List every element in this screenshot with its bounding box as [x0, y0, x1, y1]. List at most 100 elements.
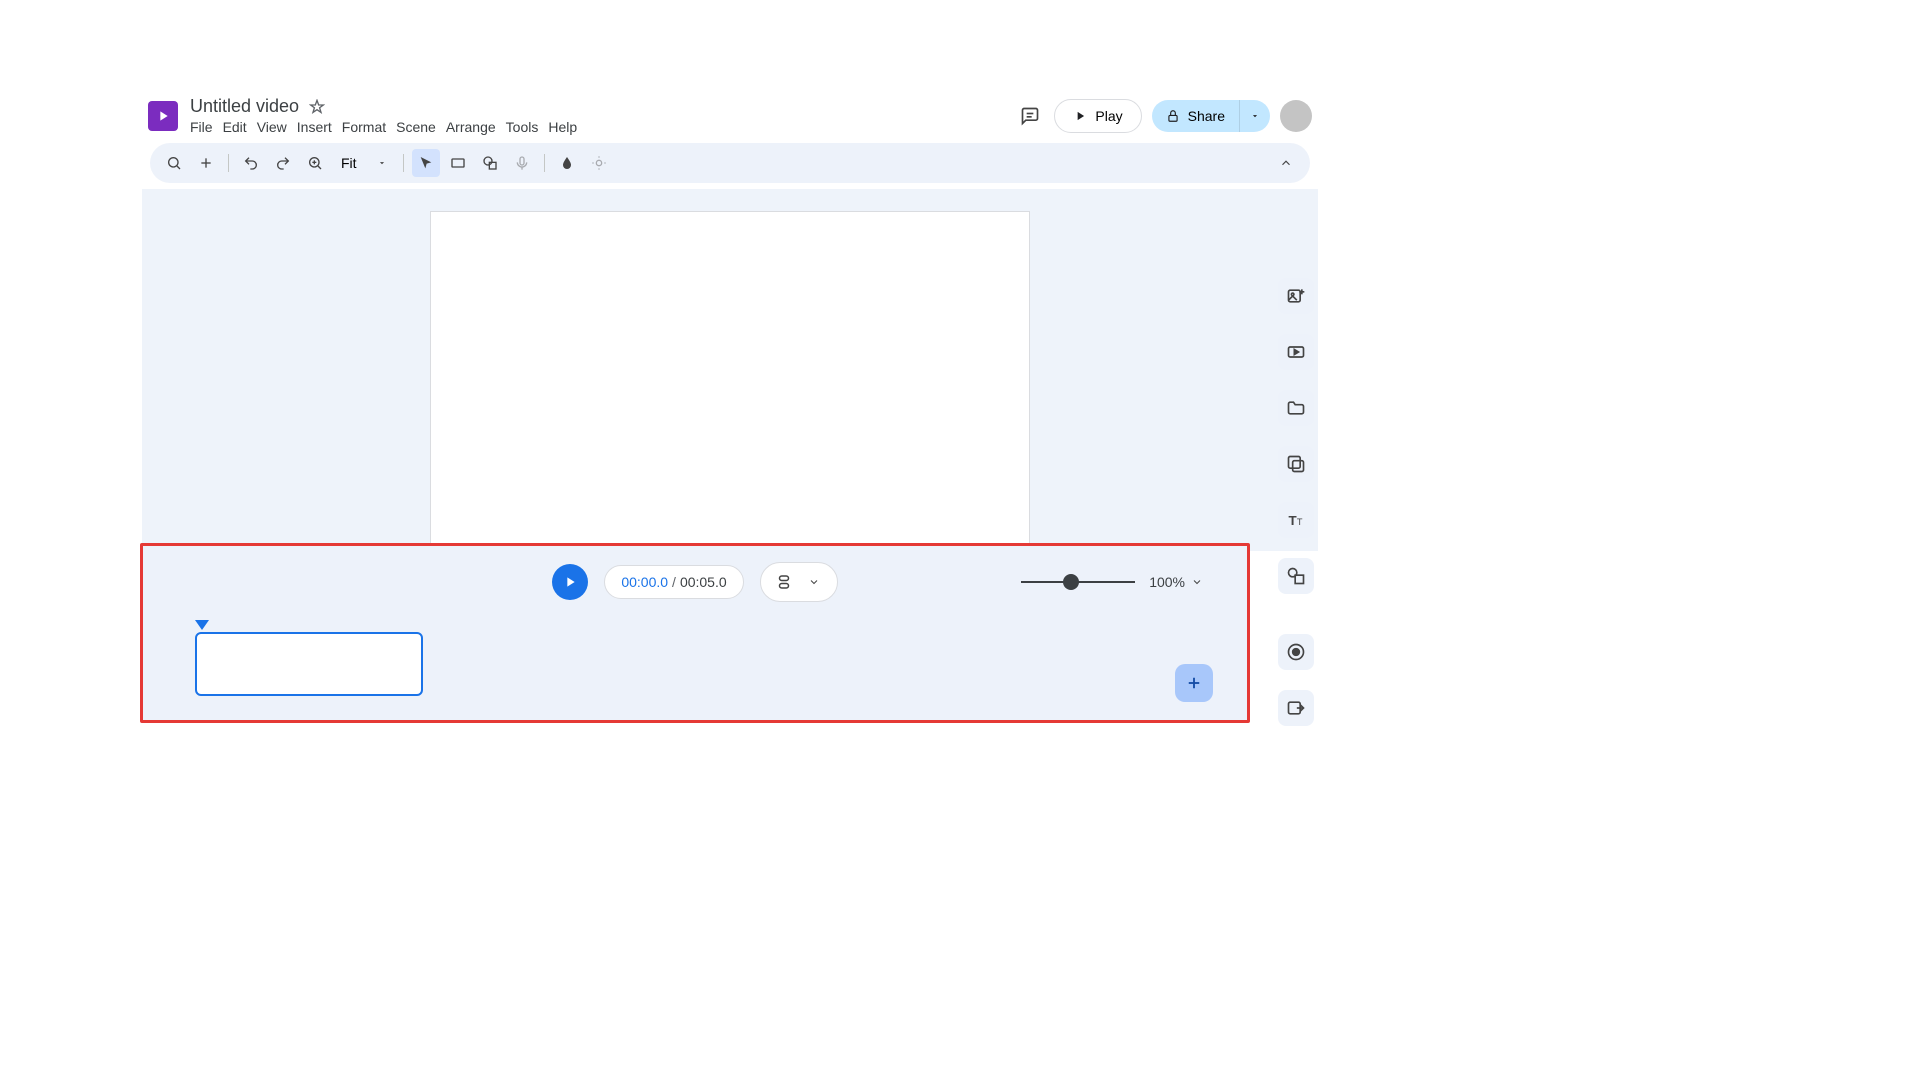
menu-arrange[interactable]: Arrange — [446, 119, 496, 135]
separator — [228, 154, 229, 172]
timeline-play-button[interactable] — [552, 564, 588, 600]
separator — [403, 154, 404, 172]
stock-media-button[interactable] — [1278, 446, 1314, 482]
total-time: 00:05.0 — [680, 574, 727, 590]
toolbar: Fit — [150, 143, 1310, 183]
mic-tool[interactable] — [508, 149, 536, 177]
play-icon — [1073, 109, 1087, 123]
shape-tool[interactable] — [476, 149, 504, 177]
text-button[interactable]: TT — [1278, 502, 1314, 538]
record-icon — [1286, 642, 1306, 662]
slider-thumb[interactable] — [1063, 574, 1079, 590]
time-separator: / — [672, 574, 676, 590]
menu-view[interactable]: View — [257, 119, 287, 135]
share-group: Share — [1152, 100, 1270, 132]
zoom-percent-dropdown[interactable]: 100% — [1149, 574, 1203, 590]
fill-tool[interactable] — [553, 149, 581, 177]
vids-play-icon — [155, 108, 171, 124]
search-button[interactable] — [160, 149, 188, 177]
time-display[interactable]: 00:00.0 / 00:05.0 — [604, 565, 743, 599]
play-label: Play — [1095, 108, 1122, 124]
menu-bar: File Edit View Insert Format Scene Arran… — [190, 119, 1004, 135]
svg-text:T: T — [1289, 513, 1297, 528]
plus-icon — [1185, 674, 1203, 692]
undo-icon — [243, 155, 259, 171]
share-label: Share — [1188, 108, 1225, 124]
zoom-in-button[interactable] — [301, 149, 329, 177]
app-logo[interactable] — [148, 101, 178, 131]
share-dropdown[interactable] — [1239, 100, 1270, 132]
zoom-slider[interactable] — [1021, 581, 1135, 583]
menu-scene[interactable]: Scene — [396, 119, 436, 135]
shapes-icon — [1286, 566, 1306, 586]
current-time: 00:00.0 — [621, 574, 668, 590]
undo-button[interactable] — [237, 149, 265, 177]
effects-icon — [591, 155, 607, 171]
plus-icon — [198, 155, 214, 171]
record-button[interactable] — [1278, 634, 1314, 670]
effects-tool[interactable] — [585, 149, 613, 177]
speed-controls — [760, 562, 838, 602]
mic-icon — [514, 155, 530, 171]
textbox-tool[interactable] — [444, 149, 472, 177]
playhead-marker-icon — [195, 620, 209, 630]
video-icon — [1286, 342, 1306, 362]
add-video-button[interactable] — [1278, 334, 1314, 370]
menu-insert[interactable]: Insert — [297, 119, 332, 135]
account-avatar[interactable] — [1280, 100, 1312, 132]
comment-icon — [1020, 106, 1040, 126]
playhead[interactable] — [195, 620, 209, 630]
export-button[interactable] — [1278, 690, 1314, 726]
gallery-icon — [1286, 454, 1306, 474]
add-scene-button[interactable] — [1175, 664, 1213, 702]
speed-button[interactable] — [771, 569, 797, 595]
comments-button[interactable] — [1016, 102, 1044, 130]
timeline-panel: 00:00.0 / 00:05.0 100% — [140, 543, 1250, 723]
redo-button[interactable] — [269, 149, 297, 177]
speed-icon — [775, 573, 793, 591]
svg-text:T: T — [1297, 517, 1303, 527]
text-icon: TT — [1286, 510, 1306, 530]
video-canvas[interactable] — [430, 211, 1030, 549]
caret-down-icon — [377, 158, 387, 168]
zoom-dropdown[interactable]: Fit — [333, 151, 395, 175]
scene-clip[interactable] — [195, 632, 423, 696]
menu-help[interactable]: Help — [548, 119, 577, 135]
timeline-track[interactable] — [167, 632, 1223, 696]
menu-edit[interactable]: Edit — [223, 119, 247, 135]
shape-icon — [482, 155, 498, 171]
document-title[interactable]: Untitled video — [190, 96, 299, 117]
zoom-in-icon — [307, 155, 323, 171]
lock-icon — [1166, 109, 1180, 123]
chevron-down-icon — [1191, 576, 1203, 588]
play-button[interactable]: Play — [1054, 99, 1141, 133]
paint-icon — [559, 155, 575, 171]
timeline-zoom: 100% — [1021, 574, 1203, 590]
chevron-up-icon — [1279, 156, 1293, 170]
header-actions: Play Share — [1016, 99, 1312, 133]
canvas-area — [142, 189, 1318, 551]
shapes-button[interactable] — [1278, 558, 1314, 594]
search-icon — [166, 155, 182, 171]
image-plus-icon — [1286, 286, 1306, 306]
caret-down-icon — [1250, 111, 1260, 121]
new-button[interactable] — [192, 149, 220, 177]
title-block: Untitled video File Edit View Insert For… — [190, 96, 1004, 135]
select-tool[interactable] — [412, 149, 440, 177]
chevron-down-icon — [808, 576, 820, 588]
speed-dropdown[interactable] — [801, 569, 827, 595]
menu-tools[interactable]: Tools — [506, 119, 539, 135]
menu-format[interactable]: Format — [342, 119, 386, 135]
header: Untitled video File Edit View Insert For… — [140, 88, 1320, 137]
add-image-button[interactable] — [1278, 278, 1314, 314]
zoom-percent-label: 100% — [1149, 574, 1185, 590]
star-icon[interactable] — [309, 99, 325, 115]
share-button[interactable]: Share — [1152, 100, 1239, 132]
separator — [544, 154, 545, 172]
redo-icon — [275, 155, 291, 171]
folder-icon — [1286, 398, 1306, 418]
folder-button[interactable] — [1278, 390, 1314, 426]
collapse-toolbar[interactable] — [1272, 149, 1300, 177]
cursor-icon — [418, 155, 434, 171]
menu-file[interactable]: File — [190, 119, 213, 135]
